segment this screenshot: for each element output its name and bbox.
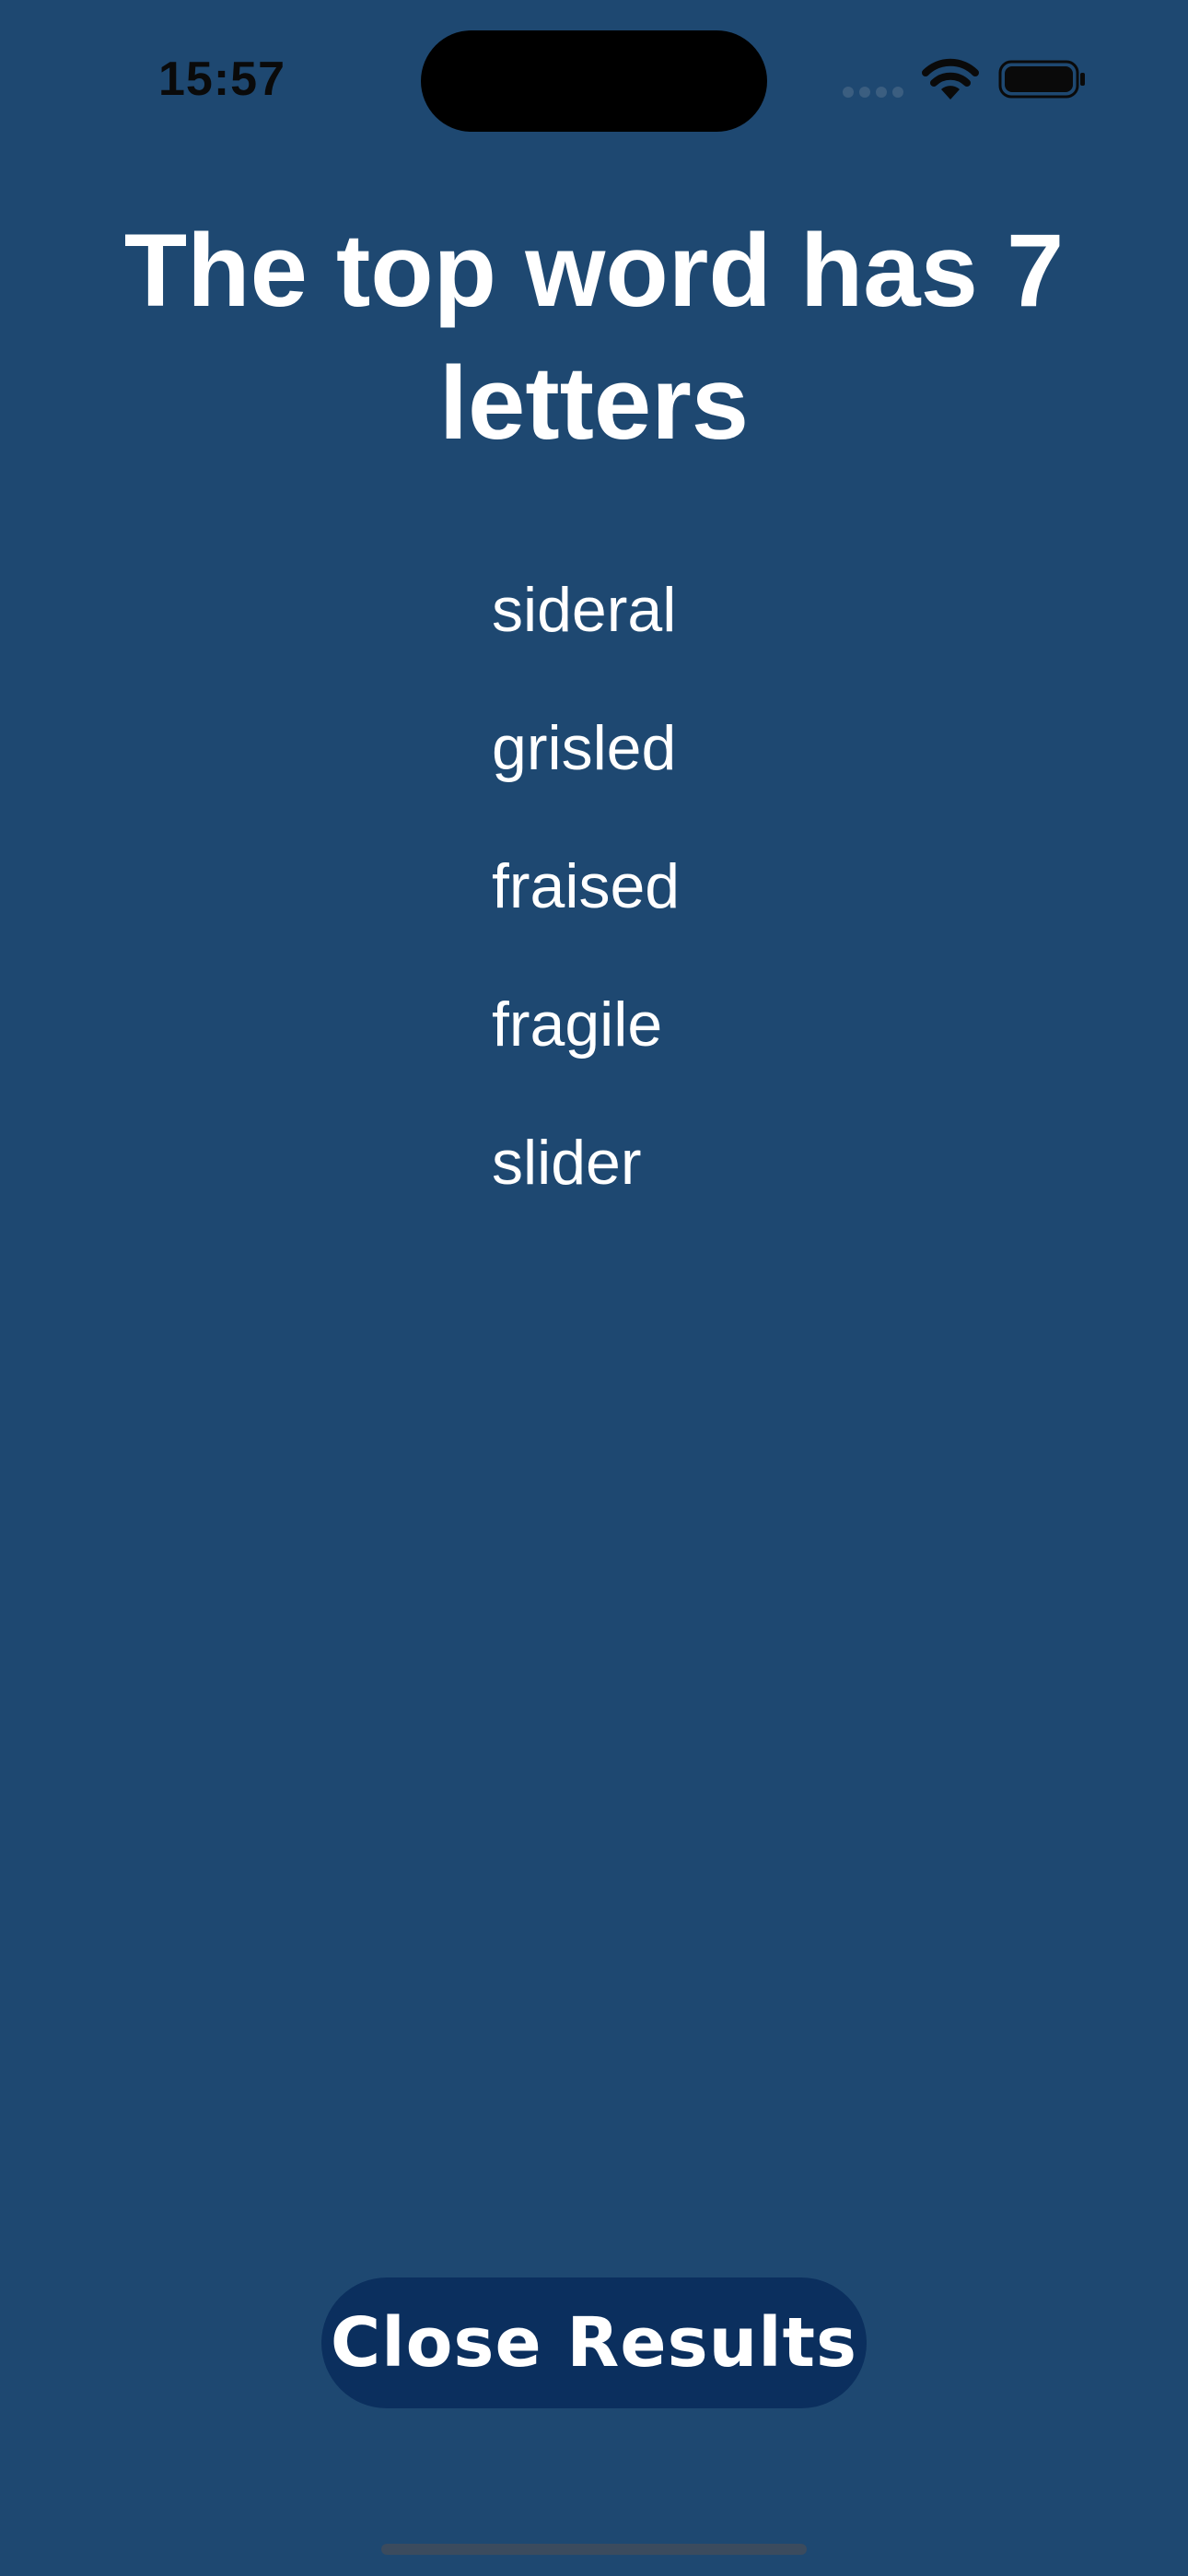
wifi-icon — [922, 58, 979, 100]
word-item: slider — [492, 1128, 642, 1198]
dynamic-island — [421, 30, 767, 132]
close-results-button[interactable]: Close Results — [321, 2277, 867, 2408]
word-item: fragile — [492, 989, 663, 1060]
word-item: sideral — [492, 575, 677, 645]
signal-icon — [843, 87, 903, 98]
page-title: The top word has 7 letters — [123, 213, 1065, 461]
status-bar: 15:57 — [0, 0, 1188, 157]
word-item: grisled — [492, 713, 677, 783]
status-time: 15:57 — [158, 53, 285, 106]
home-indicator — [381, 2544, 807, 2555]
word-list: sideral grisled fraised fragile slider — [492, 564, 860, 1255]
battery-icon — [998, 60, 1085, 99]
word-item: fraised — [492, 851, 681, 921]
